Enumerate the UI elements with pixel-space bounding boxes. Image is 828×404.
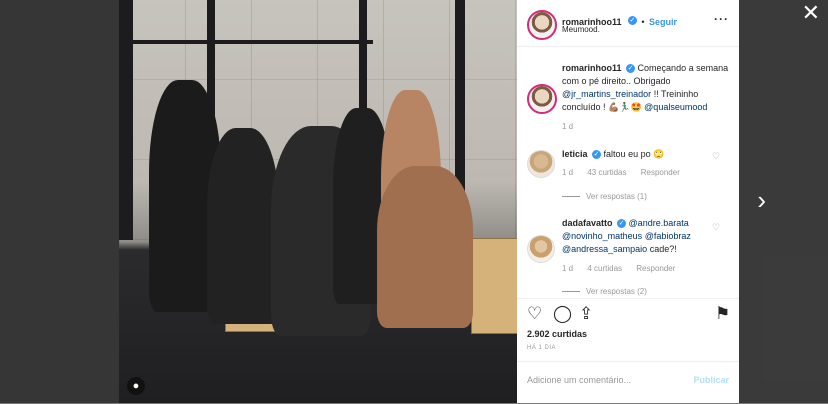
view-replies-label: Ver respostas (1) (586, 192, 647, 201)
view-replies[interactable]: Ver respostas (1) (562, 192, 647, 201)
reply-line (562, 196, 580, 198)
comment-mention[interactable]: @fabiobraz (645, 231, 691, 241)
location-link[interactable]: Meumood. (562, 25, 600, 34)
photo-plyo-box (471, 238, 517, 334)
comment-meta: 1 d 4 curtidas Responder (562, 264, 675, 273)
actions-divider (517, 298, 739, 299)
verified-badge-icon: ✓ (627, 16, 637, 26)
caption-avatar[interactable] (527, 84, 557, 114)
reply-button[interactable]: Responder (636, 264, 675, 273)
comment-mention[interactable]: @novinho_matheus (562, 231, 642, 241)
author-avatar[interactable] (527, 10, 557, 40)
comment-text: cade?! (649, 244, 677, 254)
caption-time[interactable]: 1 d (562, 122, 573, 131)
more-options-icon[interactable]: ··· (714, 12, 729, 26)
post-photo[interactable]: ● (119, 0, 517, 403)
reply-line (562, 291, 580, 293)
comment-meta: 1 d 43 curtidas Responder (562, 168, 680, 177)
comment-likes[interactable]: 4 curtidas (587, 264, 622, 273)
verified-badge-icon: ✓ (617, 219, 627, 229)
post-side-panel: romarinhoo11 ✓ • Seguir Meumood. ··· rom… (517, 0, 739, 403)
follow-button[interactable]: Seguir (649, 17, 677, 27)
likes-count[interactable]: 2.902 curtidas (527, 329, 587, 339)
photo-rack (119, 0, 133, 240)
post-timestamp[interactable]: HÁ 1 DIA (527, 345, 556, 351)
post-actions: ♡ ◯ ⇪ ⚑ (527, 304, 732, 324)
photo-rack (359, 0, 367, 110)
photo-person (377, 166, 473, 328)
comment-like-icon[interactable]: ♡ (712, 151, 720, 162)
post-header: romarinhoo11 ✓ • Seguir Meumood. ··· (517, 0, 739, 47)
share-icon[interactable]: ⇪ (579, 304, 593, 324)
comment-time[interactable]: 1 d (562, 264, 573, 273)
caption-author[interactable]: romarinhoo11 (562, 63, 622, 73)
save-icon[interactable]: ⚑ (715, 304, 730, 324)
comment-input[interactable]: Adicione um comentário... (527, 375, 631, 385)
close-icon[interactable]: ✕ (802, 2, 820, 24)
comment-avatar[interactable] (527, 235, 555, 263)
comment-body: dadafavatto ✓ @andre.barata @novinho_mat… (562, 217, 712, 256)
caption: romarinhoo11 ✓ Começando a semana com o … (562, 62, 730, 114)
comment-mention[interactable]: @andre.barata (629, 218, 689, 228)
comment-text: faltou eu po 🙄 (603, 149, 665, 159)
comment-bar: Adicione um comentário... Publicar (517, 361, 739, 404)
like-icon[interactable]: ♡ (527, 304, 542, 324)
view-replies-label: Ver respostas (2) (586, 287, 647, 296)
caption-mention[interactable]: @jr_martins_treinador (562, 89, 651, 99)
comment-body: leticia ✓ faltou eu po 🙄 (562, 148, 712, 161)
verified-badge-icon: ✓ (592, 150, 602, 160)
comment-mention[interactable]: @andressa_sampaio (562, 244, 647, 254)
chevron-right-icon[interactable]: › (757, 187, 766, 213)
view-replies[interactable]: Ver respostas (2) (562, 287, 647, 296)
reply-button[interactable]: Responder (641, 168, 680, 177)
dot-separator: • (641, 17, 645, 27)
photo-rack (133, 40, 373, 44)
photo-person (207, 128, 279, 324)
verified-badge-icon: ✓ (626, 64, 636, 74)
comment-author[interactable]: dadafavatto (562, 218, 613, 228)
publish-button[interactable]: Publicar (693, 375, 729, 385)
caption-mention[interactable]: @qualseumood (644, 102, 707, 112)
comment-author[interactable]: leticia (562, 149, 588, 159)
comment-icon[interactable]: ◯ (553, 304, 572, 324)
comment-avatar[interactable] (527, 150, 555, 178)
comment-likes[interactable]: 43 curtidas (587, 168, 626, 177)
comment-time[interactable]: 1 d (562, 168, 573, 177)
comment-like-icon[interactable]: ♡ (712, 222, 720, 233)
user-tag-icon[interactable]: ● (127, 377, 145, 395)
